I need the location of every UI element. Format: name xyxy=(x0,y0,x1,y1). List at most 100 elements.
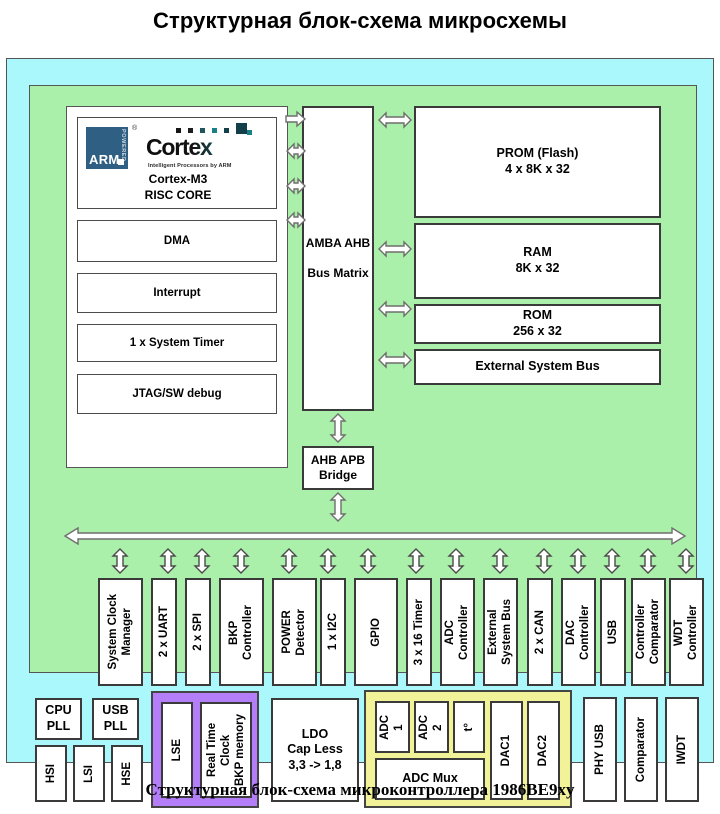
peripheral-label: BKP Controller xyxy=(228,604,255,660)
block-cpu-pll[interactable]: CPU PLL xyxy=(35,698,82,740)
block-diagram-page: Структурная блок-схема микросхемы POWERE… xyxy=(0,0,720,814)
peripheral-label: System Clock Manager xyxy=(107,594,134,670)
arrow-bridge-to-apb-bus xyxy=(329,492,347,522)
arrow-core-to-matrix-3 xyxy=(286,177,306,195)
arrow-apb-to-peripheral-15 xyxy=(677,548,695,574)
arrow-apb-to-peripheral-3 xyxy=(193,548,211,574)
peripheral-label: Controller Comparator xyxy=(635,599,662,665)
arrow-matrix-to-prom xyxy=(378,111,412,129)
peripheral-label: USB xyxy=(606,619,619,645)
peripheral-label: WDT Controller xyxy=(673,604,700,660)
arrow-matrix-to-rom xyxy=(378,300,412,318)
analog-label: ADC 1 xyxy=(379,714,406,740)
peripheral-usb[interactable]: USB xyxy=(600,578,626,686)
arrow-apb-to-peripheral-7 xyxy=(359,548,377,574)
arrow-apb-to-peripheral-14 xyxy=(639,548,657,574)
arrow-apb-to-peripheral-6 xyxy=(319,548,337,574)
cortex-core-label: Cortex-M3 RISC CORE xyxy=(144,172,212,202)
analog-label: t° xyxy=(462,722,475,732)
block-temperature-sensor[interactable]: t° xyxy=(453,701,485,753)
cortex-tagline: Intelligent Processors by ARM xyxy=(148,163,232,169)
peripheral-label: 2 x UART xyxy=(157,606,170,658)
arm-powered-label: POWERED xyxy=(120,129,126,162)
peripheral-power-detector[interactable]: POWER Detector xyxy=(272,578,317,686)
peripheral-label: DAC Controller xyxy=(565,604,592,660)
arrow-core-to-matrix-2 xyxy=(286,142,306,160)
figure-caption: Структурная блок-схема микроконтроллера … xyxy=(145,780,575,799)
cortex-wordmark: Cortex Intelligent Processors by ARM xyxy=(146,123,272,172)
block-ahb-apb-bridge[interactable]: AHB APB Bridge xyxy=(302,446,374,490)
analog-label: ADC 2 xyxy=(418,714,445,740)
arrow-matrix-to-bridge xyxy=(329,413,347,443)
arrow-apb-to-peripheral-8 xyxy=(407,548,425,574)
arrow-apb-to-peripheral-12 xyxy=(569,548,587,574)
peripheral-adc-controller[interactable]: ADC Controller xyxy=(440,578,475,686)
analog-label: DAC2 xyxy=(537,734,550,767)
cortex-square-icon-1 xyxy=(176,128,181,133)
block-adc1[interactable]: ADC 1 xyxy=(375,701,410,753)
rtc-label: Real Time Clock BKP memory xyxy=(205,713,246,786)
peripheral-external-system-bus[interactable]: External System Bus xyxy=(483,578,518,686)
peripheral-uart[interactable]: 2 x UART xyxy=(151,578,177,686)
peripheral-wdt-controller[interactable]: WDT Controller xyxy=(669,578,704,686)
block-amba-ahb-bus-matrix[interactable]: AMBA AHB Bus Matrix xyxy=(302,106,374,411)
arrow-matrix-to-ram xyxy=(378,240,412,258)
cortex-square-icon-2 xyxy=(188,128,193,133)
arrow-dma-to-matrix xyxy=(286,211,306,229)
peripheral-timer[interactable]: 3 x 16 Timer xyxy=(406,578,432,686)
arrow-apb-to-peripheral-10 xyxy=(491,548,509,574)
cortex-square-icon-5 xyxy=(224,128,229,133)
arrow-apb-to-peripheral-5 xyxy=(280,548,298,574)
block-adc2[interactable]: ADC 2 xyxy=(414,701,449,753)
arrow-apb-to-peripheral-1 xyxy=(111,548,129,574)
block-jtag-sw-debug[interactable]: JTAG/SW debug xyxy=(77,374,277,414)
peripheral-label: ADC Controller xyxy=(444,604,471,660)
peripheral-system-clock-manager[interactable]: System Clock Manager xyxy=(98,578,143,686)
peripheral-i2c[interactable]: 1 x I2C xyxy=(320,578,346,686)
peripheral-controller-comparator[interactable]: Controller Comparator xyxy=(631,578,666,686)
arrow-apb-to-peripheral-13 xyxy=(603,548,621,574)
arm-logo-text: ARM xyxy=(89,152,120,167)
cortex-m3-core-block[interactable]: POWERED ARM ® Cortex Intelligent Process… xyxy=(77,117,277,209)
peripheral-bkp-controller[interactable]: BKP Controller xyxy=(219,578,264,686)
block-rom[interactable]: ROM 256 x 32 xyxy=(414,304,661,344)
arrow-apb-to-peripheral-4 xyxy=(232,548,250,574)
block-dma[interactable]: DMA xyxy=(77,220,277,262)
analog-outer-label: IWDT xyxy=(675,734,688,765)
peripheral-dac-controller[interactable]: DAC Controller xyxy=(561,578,596,686)
cortex-square-icon-4 xyxy=(212,128,217,133)
arm-logo-icon: POWERED ARM xyxy=(86,127,128,169)
peripheral-label: External System Bus xyxy=(487,599,514,665)
analog-outer-label: PHY USB xyxy=(593,724,606,775)
arm-logo-square-icon xyxy=(118,159,124,165)
cortex-square-icon-6 xyxy=(236,123,247,134)
peripheral-gpio[interactable]: GPIO xyxy=(354,578,398,686)
cortex-square-icon-3 xyxy=(200,128,205,133)
arm-cortex-logo: POWERED ARM ® Cortex Intelligent Process… xyxy=(86,123,272,172)
analog-outer-label: Comparator xyxy=(634,716,647,783)
chip-boundary: POWERED ARM ® Cortex Intelligent Process… xyxy=(6,58,714,808)
arrow-matrix-to-external-bus xyxy=(378,351,412,369)
peripheral-spi[interactable]: 2 x SPI xyxy=(185,578,211,686)
block-system-timer[interactable]: 1 x System Timer xyxy=(77,324,277,362)
block-external-system-bus-ahb[interactable]: External System Bus xyxy=(414,349,661,385)
block-prom-flash[interactable]: PROM (Flash) 4 x 8K x 32 xyxy=(414,106,661,218)
block-interrupt[interactable]: Interrupt xyxy=(77,273,277,313)
cortex-wordmark-text: Cortex xyxy=(146,134,272,161)
peripheral-label: 1 x I2C xyxy=(326,613,339,651)
block-ram[interactable]: RAM 8K x 32 xyxy=(414,223,661,299)
peripheral-label: 2 x SPI xyxy=(191,613,204,651)
peripheral-label: GPIO xyxy=(369,617,382,647)
peripheral-can[interactable]: 2 x CAN xyxy=(527,578,553,686)
block-usb-pll[interactable]: USB PLL xyxy=(92,698,139,740)
cpu-subsystem-container: POWERED ARM ® Cortex Intelligent Process… xyxy=(66,106,288,468)
rtc-label: LSE xyxy=(170,738,183,762)
analog-label: DAC1 xyxy=(500,734,513,767)
registered-mark: ® xyxy=(132,125,138,132)
arrow-apb-to-peripheral-11 xyxy=(535,548,553,574)
arrow-apb-to-peripheral-2 xyxy=(159,548,177,574)
arrow-core-to-matrix-1 xyxy=(285,110,307,128)
peripheral-label: 2 x CAN xyxy=(533,609,546,655)
apb-bus-line xyxy=(63,526,687,546)
arrow-apb-to-peripheral-9 xyxy=(447,548,465,574)
